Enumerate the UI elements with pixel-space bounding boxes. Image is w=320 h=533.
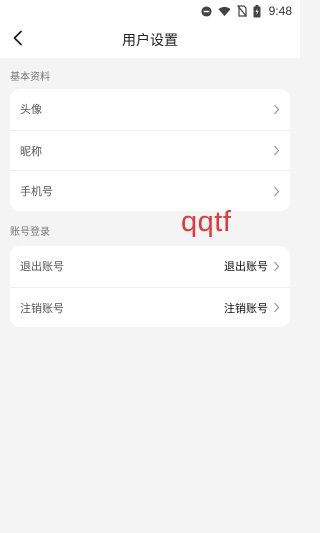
row-logout[interactable]: 退出账号 退出账号 (10, 246, 290, 287)
status-bar: 9:48 (0, 0, 300, 22)
watermark-text: qqtf (181, 206, 232, 238)
chevron-right-icon (273, 186, 280, 197)
no-sim-icon (236, 5, 247, 17)
row-value: 退出账号 (224, 260, 268, 274)
nav-bar: 用户设置 (0, 22, 300, 58)
row-value: 注销账号 (224, 301, 268, 315)
row-label: 头像 (20, 103, 42, 117)
battery-icon (253, 4, 261, 18)
chevron-right-icon (273, 104, 280, 115)
row-label: 注销账号 (20, 301, 64, 315)
section-label-basic-info: 基本资料 (10, 72, 50, 83)
row-phone[interactable]: 手机号 (10, 170, 290, 211)
row-nickname[interactable]: 昵称 (10, 129, 290, 171)
account-login-card: 退出账号 退出账号 注销账号 注销账号 (10, 246, 290, 327)
section-label-account-login: 账号登录 (10, 227, 50, 238)
row-avatar[interactable]: 头像 (10, 89, 290, 130)
row-deactivate[interactable]: 注销账号 注销账号 (10, 286, 290, 328)
chevron-right-icon (273, 145, 280, 156)
row-label: 退出账号 (20, 260, 64, 274)
status-time: 9:48 (268, 4, 292, 18)
page-title: 用户设置 (122, 33, 178, 49)
wifi-icon (218, 6, 231, 17)
basic-info-card: 头像 昵称 手机号 (10, 89, 290, 211)
chevron-right-icon (273, 261, 280, 272)
do-not-disturb-icon (201, 5, 212, 17)
row-label: 手机号 (20, 185, 53, 199)
chevron-right-icon (273, 302, 280, 313)
row-label: 昵称 (20, 144, 42, 158)
